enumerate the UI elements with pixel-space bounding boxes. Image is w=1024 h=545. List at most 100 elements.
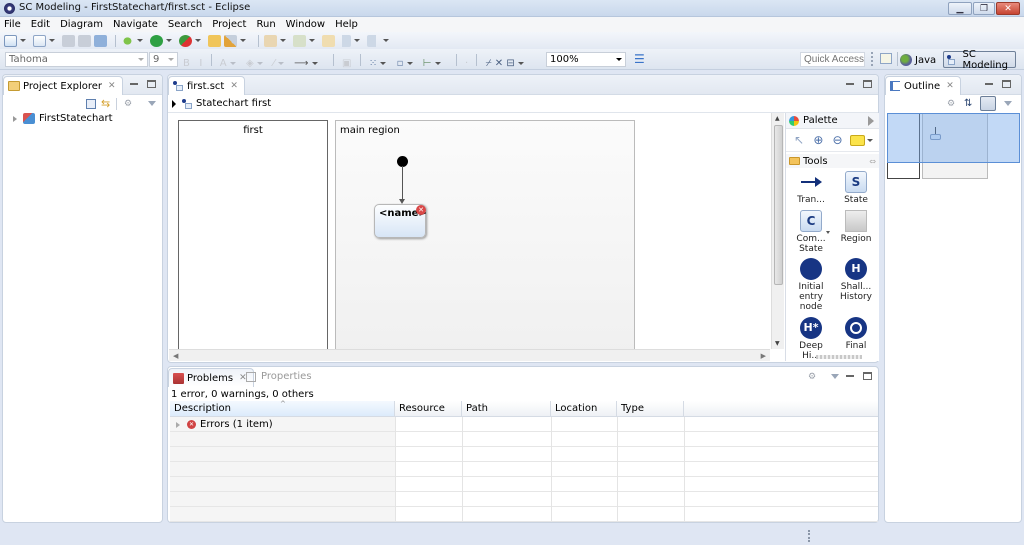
zoom-in-icon[interactable]: ⊕ xyxy=(811,133,825,148)
menu-search[interactable]: Search xyxy=(168,19,202,30)
menu-diagram[interactable]: Diagram xyxy=(60,19,103,30)
scrollbar-thumb[interactable] xyxy=(774,125,783,285)
prev-annotation-icon[interactable] xyxy=(293,34,306,47)
zoom-out-icon[interactable]: ⊖ xyxy=(830,133,844,148)
column-header-type[interactable]: Type xyxy=(617,401,684,417)
link-with-editor-icon[interactable]: ⇆ xyxy=(101,98,113,110)
scroll-down-icon[interactable]: ▼ xyxy=(775,340,780,347)
line-style-icon[interactable]: ⟶ xyxy=(294,58,308,69)
zoom-select[interactable]: 100% xyxy=(546,52,626,67)
rectilinear-routing-icon[interactable]: ⌿ xyxy=(486,58,492,69)
palette-scroll-indicator[interactable] xyxy=(816,355,862,359)
pin-icon[interactable]: ⇔ xyxy=(869,157,876,166)
print-icon[interactable] xyxy=(94,34,107,47)
menu-help[interactable]: Help xyxy=(335,19,358,30)
horizontal-scrollbar[interactable]: ◀ ▶ xyxy=(169,349,770,361)
region-main[interactable]: main region <name> ✕ xyxy=(335,120,635,349)
breadcrumb-expand-icon[interactable] xyxy=(172,99,176,108)
palette-header[interactable]: Palette xyxy=(786,113,879,129)
breadcrumb-item[interactable]: Statechart first xyxy=(196,98,271,109)
select-arrow-icon[interactable]: ↖ xyxy=(792,133,806,148)
external-tools-icon[interactable] xyxy=(179,34,192,47)
toolbar-grip[interactable] xyxy=(871,52,874,66)
back-dropdown[interactable] xyxy=(354,39,360,42)
menu-run[interactable]: Run xyxy=(256,19,275,30)
last-edit-icon[interactable] xyxy=(322,34,335,47)
next-annotation-dropdown[interactable] xyxy=(280,39,286,42)
viewport-rectangle[interactable] xyxy=(887,113,1020,163)
note-icon[interactable] xyxy=(849,135,865,146)
composite-state-dropdown[interactable] xyxy=(826,231,830,234)
bold-icon[interactable]: B xyxy=(183,58,190,69)
open-perspective-icon[interactable] xyxy=(880,53,892,64)
minimize-view-icon[interactable] xyxy=(130,83,138,85)
palette-entry-transition[interactable]: Tran... xyxy=(789,171,833,205)
view-menu-icon[interactable] xyxy=(1004,101,1012,106)
fill-color-icon[interactable]: ◈ xyxy=(246,58,254,69)
table-row[interactable] xyxy=(170,417,878,432)
scroll-left-icon[interactable]: ◀ xyxy=(173,352,178,360)
perspective-java[interactable]: Java xyxy=(900,52,936,68)
debug-icon[interactable] xyxy=(121,34,134,47)
tab-problems[interactable]: Problems ✕ xyxy=(168,368,254,387)
close-button[interactable]: ✕ xyxy=(996,2,1020,15)
palette-entry-final-state[interactable]: Final xyxy=(834,317,878,351)
run-icon[interactable] xyxy=(150,34,163,47)
maximize-view-icon[interactable] xyxy=(147,80,156,88)
tab-outline[interactable]: Outline ✕ xyxy=(885,76,961,95)
external-tools-dropdown[interactable] xyxy=(195,39,201,42)
expand-icon[interactable] xyxy=(13,115,17,122)
diagram-overview[interactable] xyxy=(887,113,1020,179)
view-menu-icon[interactable] xyxy=(148,101,156,106)
copy-appearance-icon[interactable]: ▣ xyxy=(342,58,351,69)
column-header-description[interactable]: Description ^ xyxy=(170,400,395,417)
overview-outline-button[interactable] xyxy=(980,96,996,111)
filters-icon[interactable]: ⚙ xyxy=(947,99,957,109)
delete-icon[interactable]: ✕ xyxy=(495,58,503,69)
expand-icon[interactable] xyxy=(176,421,180,428)
minimize-editor-icon[interactable] xyxy=(846,83,854,85)
debug-dropdown[interactable] xyxy=(137,39,143,42)
menu-edit[interactable]: Edit xyxy=(31,19,50,30)
transition-line[interactable] xyxy=(402,166,403,201)
run-dropdown[interactable] xyxy=(166,39,172,42)
prev-annotation-dropdown[interactable] xyxy=(309,39,315,42)
new-model-icon[interactable] xyxy=(33,34,46,47)
search-tool-icon[interactable] xyxy=(224,34,237,47)
palette-entry-region[interactable]: Region xyxy=(834,210,878,244)
arrange-all-icon[interactable]: ⁙ xyxy=(369,58,377,69)
forward-dropdown[interactable] xyxy=(383,39,389,42)
quick-access-input[interactable] xyxy=(800,52,865,67)
close-icon[interactable]: ✕ xyxy=(230,81,238,91)
tree-outline-icon[interactable]: ⇅ xyxy=(964,98,974,110)
column-header-path[interactable]: Path xyxy=(462,401,551,417)
restore-button[interactable]: ❐ xyxy=(973,2,995,15)
perspective-sc-modeling[interactable]: SC Modeling xyxy=(943,49,1016,71)
tools-drawer[interactable]: Tools ⇔ xyxy=(786,154,879,168)
tree-item-project[interactable]: FirstStatechart xyxy=(13,113,113,124)
maximize-editor-icon[interactable] xyxy=(863,80,872,88)
tab-first-sct[interactable]: first.sct ✕ xyxy=(168,76,245,95)
minimize-view-icon[interactable] xyxy=(846,375,854,377)
select-menu-icon[interactable]: ▫ xyxy=(397,58,404,69)
maximize-view-icon[interactable] xyxy=(1002,80,1011,88)
status-bar-grip[interactable] xyxy=(808,530,811,542)
properties-toggle-icon[interactable]: ☰ xyxy=(634,53,646,65)
vertical-scrollbar[interactable]: ▲ ▼ xyxy=(771,113,784,349)
filters-icon[interactable]: ⚙ xyxy=(124,99,135,109)
close-icon[interactable]: ✕ xyxy=(108,81,116,91)
scroll-right-icon[interactable]: ▶ xyxy=(761,352,766,360)
menu-navigate[interactable]: Navigate xyxy=(113,19,158,30)
minimize-view-icon[interactable] xyxy=(985,83,993,85)
search-dropdown[interactable] xyxy=(240,39,246,42)
tab-project-explorer[interactable]: Project Explorer ✕ xyxy=(3,76,123,95)
align-icon[interactable]: ⊢ xyxy=(423,58,432,69)
state-node[interactable]: <name> ✕ xyxy=(374,204,427,238)
collapse-all-icon[interactable] xyxy=(86,99,96,109)
scroll-up-icon[interactable]: ▲ xyxy=(775,115,780,122)
font-name-select[interactable]: Tahoma xyxy=(5,52,148,67)
new-dropdown[interactable] xyxy=(20,39,26,42)
palette-entry-state[interactable]: S State xyxy=(834,171,878,205)
back-icon[interactable] xyxy=(338,34,351,47)
menu-file[interactable]: File xyxy=(4,19,21,30)
